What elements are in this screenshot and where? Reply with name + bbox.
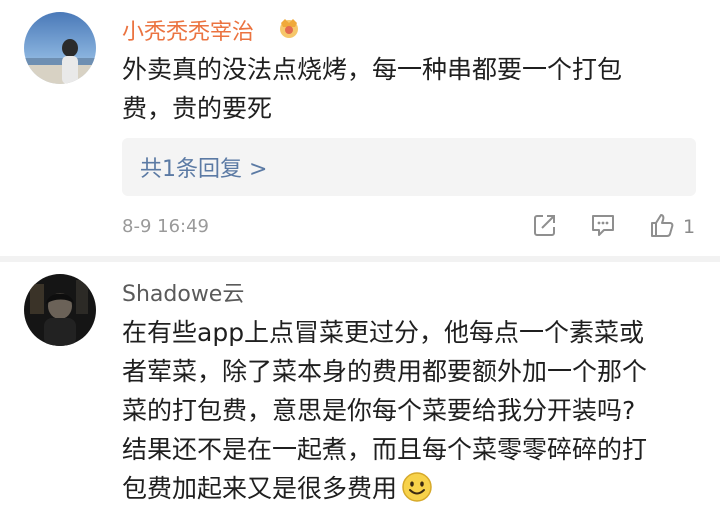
username[interactable]: 小秃秃秃宰治 (122, 14, 254, 46)
vip-crown-icon (280, 19, 298, 38)
like-icon[interactable] (648, 211, 676, 239)
comment-item: 小秃秃秃宰治 外卖真的没法点烧烤，每一种串都要一个打包 费，贵的要死 共1条回复… (0, 0, 720, 256)
smile-emoji-icon (402, 472, 432, 502)
comment-text: 在有些app上点冒菜更过分，他每点一个素菜或 者荤菜，除了菜本身的费用都要额外加… (122, 318, 648, 503)
avatar[interactable] (24, 12, 96, 84)
view-replies-button[interactable]: 共1条回复 > (122, 138, 696, 196)
avatar[interactable] (24, 274, 96, 346)
comment-text: 外卖真的没法点烧烤，每一种串都要一个打包 费，贵的要死 (122, 55, 623, 123)
comment-icon[interactable] (589, 211, 617, 239)
username[interactable]: Shadowe云 (122, 276, 244, 308)
like-count: 1 (683, 216, 696, 238)
share-icon[interactable] (531, 211, 559, 239)
comment-item: Shadowe云 在有些app上点冒菜更过分，他每点一个素菜或 者荤菜，除了菜本… (0, 262, 720, 511)
timestamp: 8-9 16:49 (122, 216, 209, 237)
